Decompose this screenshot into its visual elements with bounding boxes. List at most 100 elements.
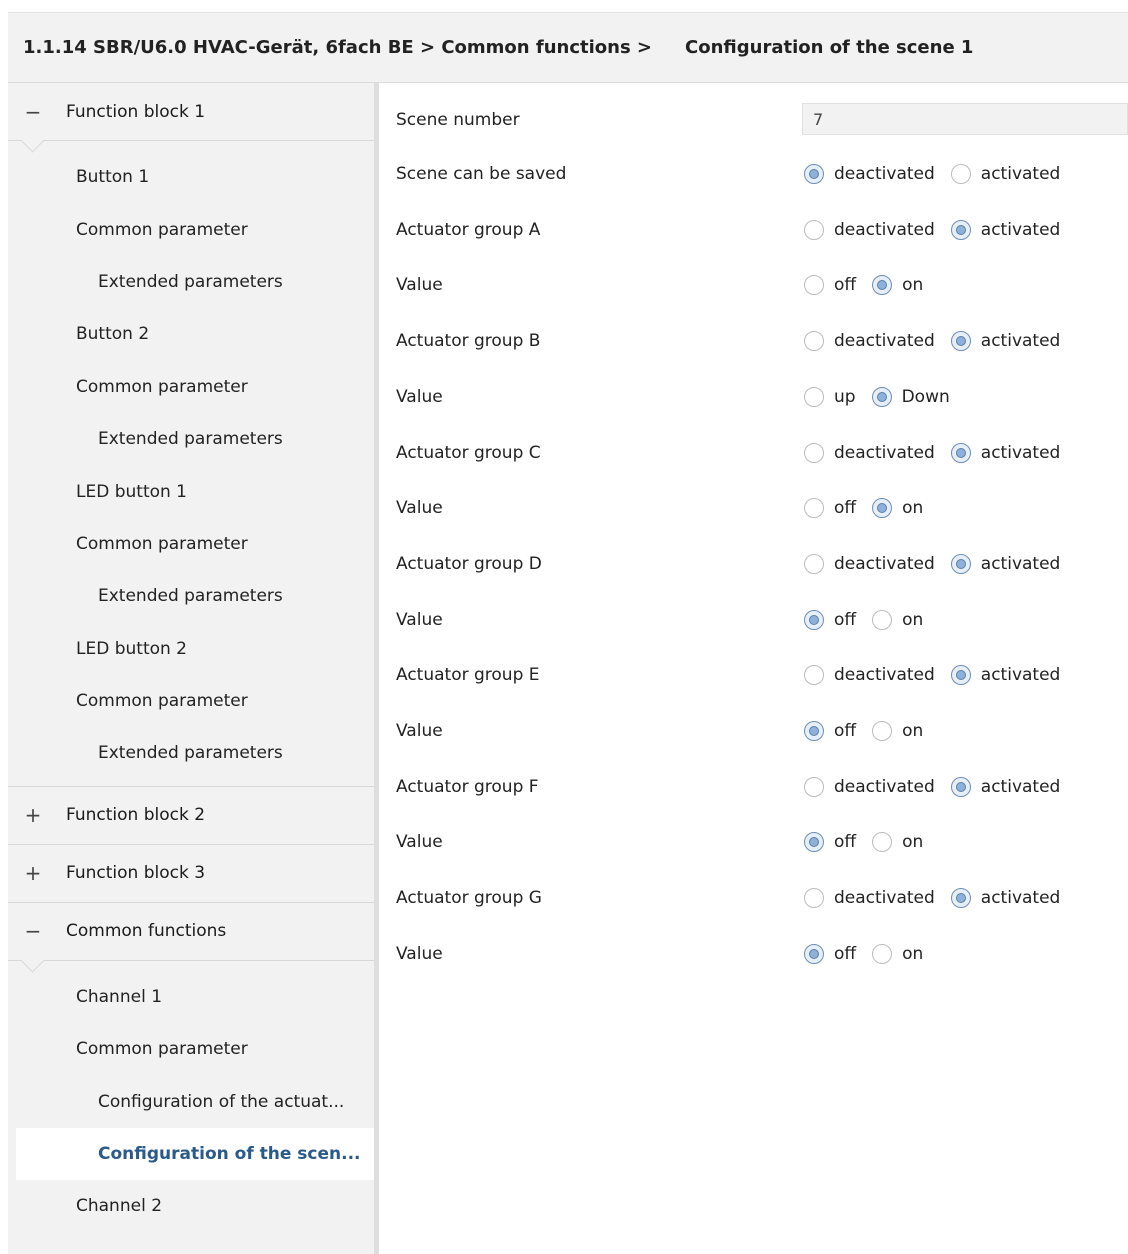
radio-checked-icon[interactable] (950, 776, 971, 797)
tree-item-common-parameter[interactable]: Common parameter (8, 1023, 374, 1075)
radio-unchecked-icon[interactable] (804, 386, 824, 407)
radio-option[interactable]: deactivated (804, 553, 935, 574)
collapse-icon[interactable]: − (18, 919, 48, 943)
radio-option[interactable]: activated (950, 888, 1060, 909)
radio-option[interactable]: on (872, 832, 923, 853)
radio-checked-icon[interactable] (950, 888, 971, 909)
tree-item-extended-parameters[interactable]: Extended parameters (8, 570, 374, 622)
radio-unchecked-icon[interactable] (804, 498, 824, 519)
tree-item-extended-parameters[interactable]: Extended parameters (8, 413, 374, 465)
radio-checked-icon[interactable] (804, 832, 824, 853)
radio-checked-icon[interactable] (804, 721, 824, 741)
tree-item-led-button-1[interactable]: LED button 1 (8, 465, 374, 517)
radio-unchecked-icon[interactable] (804, 665, 824, 686)
radio-option[interactable]: off (804, 275, 856, 296)
radio-option[interactable]: on (872, 609, 923, 630)
tree-item-button-1[interactable]: Button 1 (8, 151, 374, 203)
radio-checked-icon[interactable] (950, 331, 971, 352)
radio-checked-icon[interactable] (804, 164, 824, 184)
expand-icon[interactable]: + (18, 803, 48, 827)
radio-option[interactable]: activated (950, 331, 1060, 352)
tree-item-common-parameter[interactable]: Common parameter (8, 675, 374, 727)
radio-option[interactable]: off (804, 609, 856, 630)
radio-unchecked-icon[interactable] (804, 888, 824, 909)
tree-item-common-parameter[interactable]: Common parameter (8, 361, 374, 413)
radio-unchecked-icon[interactable] (804, 219, 824, 240)
radio-unchecked-icon[interactable] (872, 943, 893, 964)
radio-checked-icon[interactable] (950, 219, 971, 240)
radio-checked-icon[interactable] (950, 442, 971, 463)
tree-item-extended-parameters[interactable]: Extended parameters (8, 727, 374, 779)
radio-unchecked-icon[interactable] (804, 442, 824, 463)
radio-option[interactable]: deactivated (804, 219, 935, 240)
radio-option[interactable]: deactivated (804, 888, 935, 909)
tree-group-function-block-1[interactable]: − Function block 1 (8, 83, 374, 141)
radio-option[interactable]: off (804, 943, 857, 964)
radio-checked-icon[interactable] (871, 386, 892, 407)
tree-group-label: Common functions (66, 921, 227, 942)
radio-checked-icon[interactable] (804, 609, 824, 630)
radio-option[interactable]: deactivated (804, 776, 935, 797)
radio-group: off on (804, 721, 939, 741)
radio-option[interactable]: activated (950, 442, 1061, 463)
radio-option[interactable]: on (872, 498, 924, 519)
collapse-icon[interactable]: − (18, 100, 48, 124)
radio-option[interactable]: activated (950, 776, 1060, 797)
tree-item-configuration-actuator[interactable]: Configuration of the actuat... (8, 1075, 374, 1127)
expand-icon[interactable]: + (18, 861, 48, 885)
radio-option[interactable]: deactivated (804, 442, 935, 463)
radio-unchecked-icon[interactable] (804, 331, 824, 352)
page-title: Configuration of the scene 1 (685, 37, 974, 58)
radio-option[interactable]: off (804, 498, 856, 519)
radio-option[interactable]: deactivated (804, 164, 935, 184)
tree-item-led-button-2[interactable]: LED button 2 (8, 623, 374, 675)
radio-option[interactable]: on (872, 721, 923, 741)
scene-number-field[interactable]: 7 (802, 103, 1128, 135)
radio-unchecked-icon[interactable] (804, 275, 824, 296)
radio-unchecked-icon[interactable] (804, 553, 824, 574)
radio-checked-icon[interactable] (872, 275, 893, 296)
radio-group: deactivated activated (804, 331, 1076, 352)
radio-unchecked-icon[interactable] (950, 164, 971, 184)
radio-option[interactable]: off (804, 721, 856, 741)
radio-checked-icon[interactable] (872, 498, 893, 519)
radio-option-label: on (902, 498, 924, 519)
radio-option[interactable]: off (804, 832, 856, 853)
tree-group-function-block-3[interactable]: + Function block 3 (8, 844, 374, 903)
tree-item-channel-1[interactable]: Channel 1 (8, 971, 374, 1023)
tree-item-configuration-scene-selected[interactable]: Configuration of the scen... (16, 1127, 374, 1181)
radio-option-label: off (834, 943, 857, 964)
breadcrumb[interactable]: 1.1.14 SBR/U6.0 HVAC-Gerät, 6fach BE > C… (23, 37, 652, 58)
radio-option[interactable]: on (872, 943, 923, 964)
tree-item-common-parameter[interactable]: Common parameter (8, 203, 374, 255)
radio-option[interactable]: activated (950, 553, 1060, 574)
tree-item-extended-parameters[interactable]: Extended parameters (8, 256, 374, 308)
param-row: Actuator group C deactivated activated (379, 433, 1128, 473)
radio-option[interactable]: deactivated (804, 331, 935, 352)
tree-group-common-functions[interactable]: − Common functions (8, 902, 374, 961)
radio-option-label: deactivated (834, 164, 935, 184)
radio-option[interactable]: activated (950, 219, 1060, 240)
tree-group-function-block-2[interactable]: + Function block 2 (8, 786, 374, 845)
radio-unchecked-icon[interactable] (872, 721, 893, 741)
radio-checked-icon[interactable] (950, 553, 971, 574)
radio-option-label: on (902, 721, 924, 741)
radio-checked-icon[interactable] (950, 665, 971, 686)
tree-item-button-2[interactable]: Button 2 (8, 308, 374, 360)
radio-checked-icon[interactable] (804, 943, 824, 964)
radio-option[interactable]: activated (950, 665, 1060, 686)
tree-item-channel-2[interactable]: Channel 2 (8, 1180, 374, 1232)
param-row: Actuator group D deactivated activated (379, 544, 1128, 584)
radio-option[interactable]: on (872, 275, 923, 296)
radio-unchecked-icon[interactable] (872, 832, 893, 853)
param-row: Scene can be saved deactivated activated (379, 154, 1128, 194)
radio-option[interactable]: Down (871, 386, 950, 407)
radio-option-label: activated (980, 442, 1061, 463)
param-label: Actuator group E (396, 665, 540, 686)
radio-unchecked-icon[interactable] (872, 609, 893, 630)
radio-option[interactable]: deactivated (804, 665, 935, 686)
radio-unchecked-icon[interactable] (804, 776, 824, 797)
radio-option[interactable]: activated (950, 164, 1060, 184)
tree-item-common-parameter[interactable]: Common parameter (8, 518, 374, 570)
radio-option[interactable]: up (804, 386, 856, 407)
